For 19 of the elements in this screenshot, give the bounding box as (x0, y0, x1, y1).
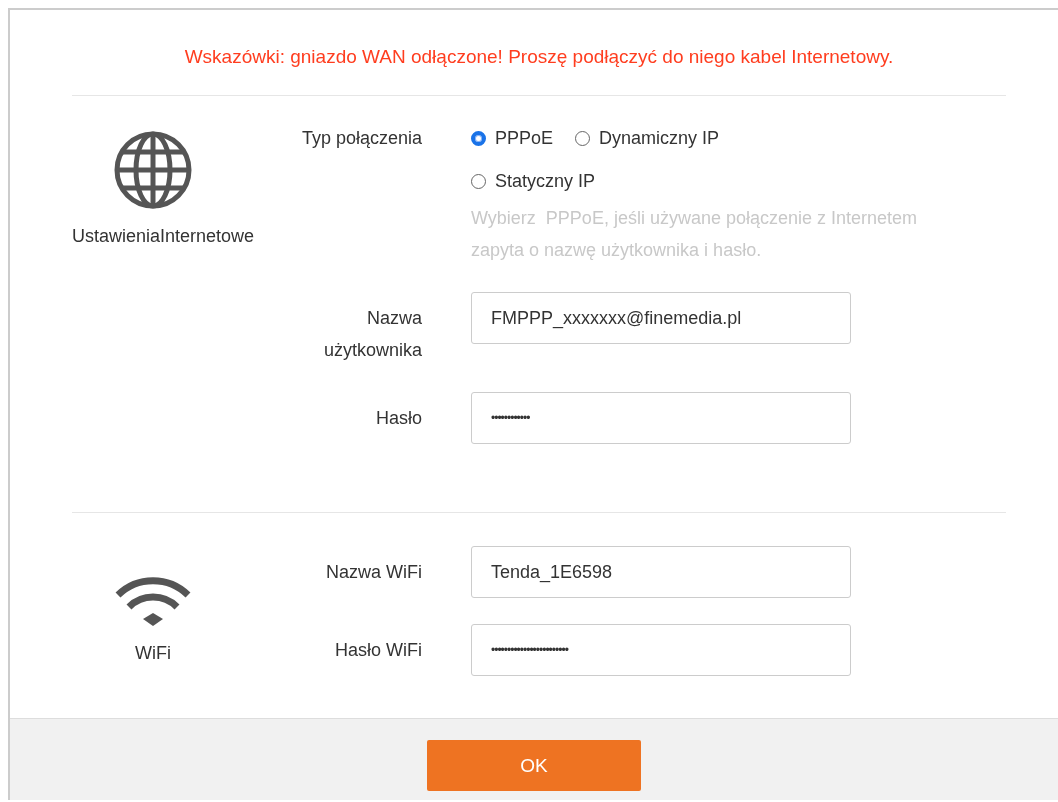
field-label: Typ połączenia (300, 127, 422, 150)
radio-label[interactable]: PPPoE (495, 127, 554, 149)
password-field[interactable]: •••••••••••••••••••••••• (471, 624, 851, 676)
section-title: WiFi (135, 642, 171, 665)
password-field[interactable]: •••••••••••• (471, 392, 851, 444)
section-title: UstawieniaInternetowe (72, 225, 255, 248)
input-field[interactable]: FMPPP_xxxxxxx@finemedia.pl (471, 292, 851, 344)
field-label: Nazwa użytkownika (322, 307, 422, 362)
field-label: Hasło (374, 407, 422, 430)
globe-icon (113, 130, 193, 210)
warning-text: Wskazówki: gniazdo WAN odłączone! Proszę podłączyć do niego kabel Internetowy. (183, 45, 895, 69)
radio-label[interactable]: Dynamiczny IP (599, 127, 720, 149)
radio-label[interactable]: Statyczny IP (495, 170, 596, 192)
radio-button[interactable] (471, 173, 486, 189)
radio-button[interactable] (471, 130, 486, 146)
field-label: Hasło WiFi (334, 639, 422, 662)
field-label: Nazwa WiFi (325, 561, 422, 584)
input-field[interactable]: Tenda_1E6598 (471, 546, 851, 598)
radio-button[interactable] (575, 130, 591, 146)
